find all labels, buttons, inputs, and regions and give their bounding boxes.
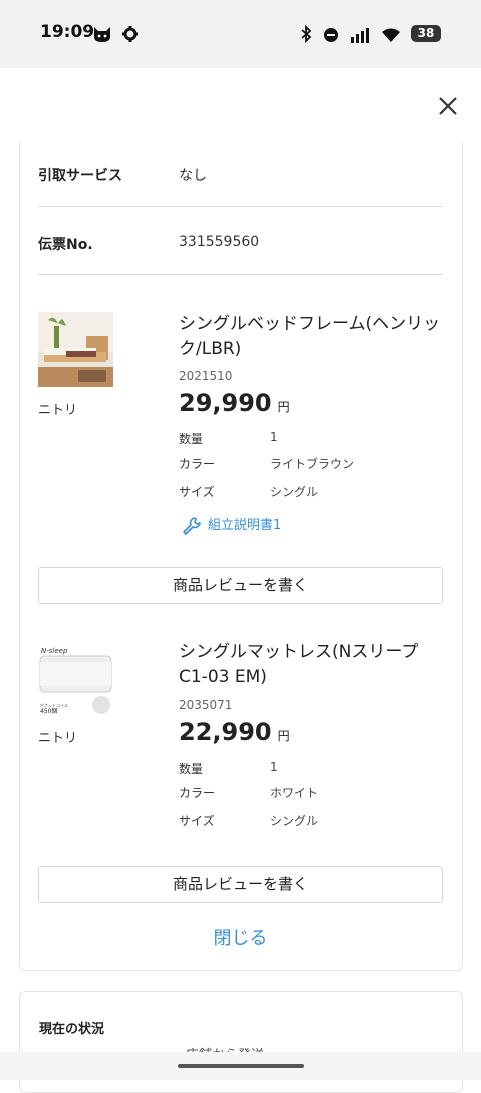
attr-value: シングル	[270, 485, 319, 499]
bluetooth-icon	[301, 24, 312, 44]
mattress-count-text: 450個	[40, 707, 57, 715]
divider	[38, 206, 443, 207]
assembly-manual-link[interactable]: 組立説明書1	[182, 514, 281, 536]
product-name[interactable]: シングルベッドフレーム(ヘンリック/LBR)	[179, 312, 444, 362]
attr-key: カラー	[179, 457, 216, 471]
attr-value: 1	[270, 760, 278, 774]
status-right-icons	[300, 24, 401, 47]
attr-value: 1	[270, 430, 278, 444]
assembly-manual-label: 組立説明書1	[208, 518, 282, 533]
attr-key: サイズ	[179, 485, 215, 499]
product-image-bed[interactable]	[38, 312, 113, 387]
wrench-icon	[183, 516, 201, 535]
attr-key: カラー	[179, 786, 216, 800]
dnd-icon	[323, 28, 338, 42]
attr-key: サイズ	[179, 814, 215, 828]
price-unit: 円	[277, 729, 290, 743]
product-brand: ニトリ	[38, 403, 78, 418]
status-time: 19:09	[40, 22, 95, 42]
price-unit: 円	[277, 400, 290, 414]
attr-key: 数量	[179, 762, 204, 776]
signal-icon	[350, 28, 369, 43]
price-value: 22,990	[179, 718, 272, 746]
price-value: 29,990	[179, 389, 272, 417]
home-indicator[interactable]	[178, 1064, 304, 1068]
pickup-service-label: 引取サービス	[38, 168, 122, 184]
write-review-button[interactable]: 商品レビューを書く	[38, 866, 443, 903]
attr-key: 数量	[179, 432, 204, 446]
product-code: 2021510	[179, 369, 233, 383]
product-price: 29,990 円	[179, 389, 290, 417]
divider	[38, 274, 443, 275]
order-detail-card	[19, 142, 463, 971]
attr-value: ホワイト	[270, 786, 319, 800]
pickup-service-value: なし	[179, 168, 207, 184]
gear-icon	[122, 26, 139, 42]
attr-value: ライトブラウン	[270, 457, 355, 471]
current-status-title: 現在の状況	[39, 1022, 105, 1037]
write-review-button[interactable]: 商品レビューを書く	[38, 567, 443, 604]
mattress-logo-text: N-sleep	[41, 647, 68, 655]
product-price: 22,990 円	[179, 718, 290, 746]
status-bar: 19:09 38	[0, 0, 481, 68]
product-code: 2035071	[179, 698, 233, 712]
battery-icon: 38	[411, 25, 441, 42]
slip-number-label: 伝票No.	[38, 237, 93, 253]
close-icon[interactable]	[436, 94, 460, 118]
cat-icon	[94, 27, 110, 42]
product-name[interactable]: シングルマットレス(Nスリープ C1-03 EM)	[179, 640, 444, 690]
product-image-mattress[interactable]: N-sleep ポケットコイル 450個	[38, 640, 113, 715]
wifi-icon	[382, 28, 400, 42]
status-left-icons	[92, 25, 139, 47]
attr-value: シングル	[270, 814, 319, 828]
product-brand: ニトリ	[38, 731, 78, 746]
slip-number-value: 331559560	[179, 234, 260, 250]
close-link[interactable]: 閉じる	[0, 924, 481, 950]
